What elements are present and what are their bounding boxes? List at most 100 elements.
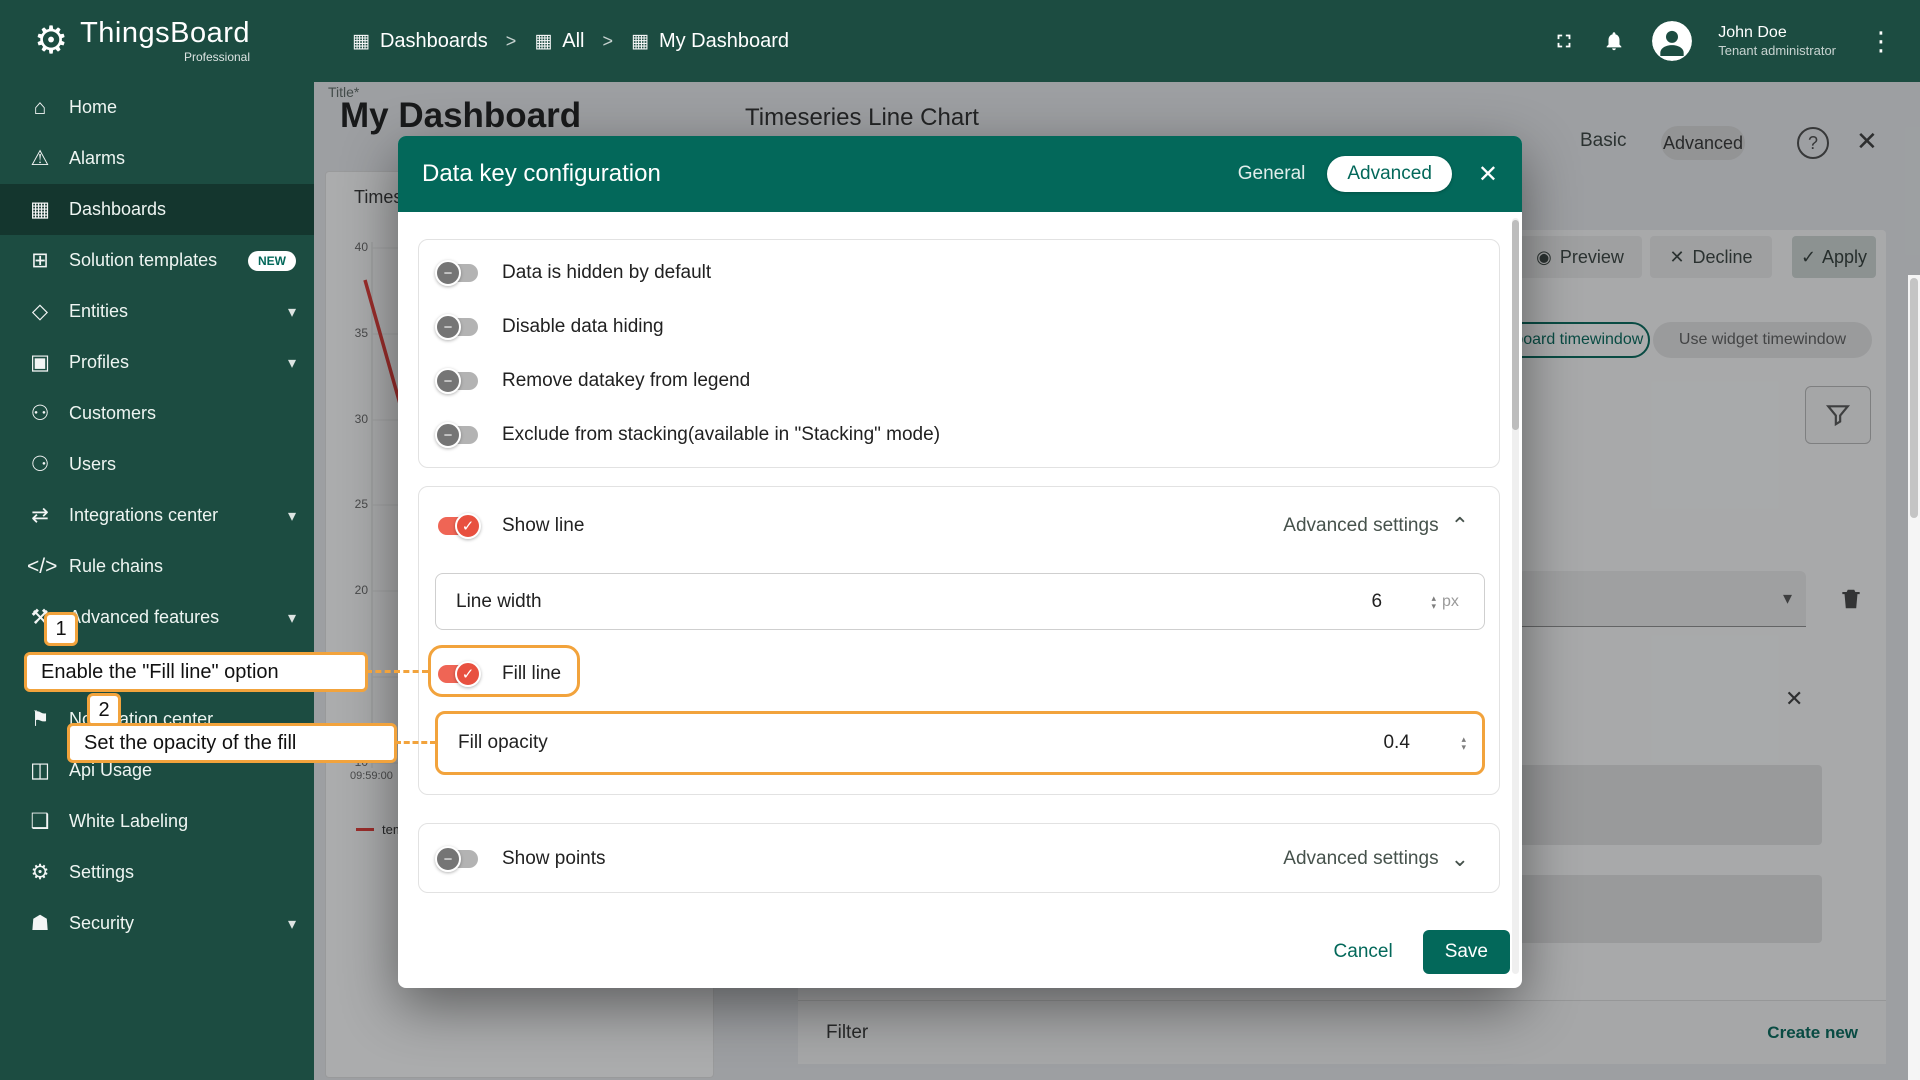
rule-chains-icon: </> — [27, 555, 53, 579]
callout-step-2-badge: 2 — [87, 693, 121, 727]
app-logo[interactable]: ⚙ ThingsBoard Professional — [0, 0, 314, 82]
customers-icon: ⚇ — [27, 401, 53, 426]
fill-line-highlight-ring — [428, 645, 580, 697]
toggle-knob: − — [435, 260, 461, 286]
chevron-down-icon: ▾ — [288, 506, 296, 526]
notification-icon: ⚑ — [27, 707, 53, 732]
callout-1-connector — [366, 670, 428, 673]
sidebar-item-rule-chains[interactable]: </> Rule chains — [0, 541, 314, 592]
chevron-down-icon: ▾ — [288, 608, 296, 628]
general-toggles-card: − Data is hidden by default − Disable da… — [418, 239, 1500, 468]
security-shield-icon: ☗ — [27, 911, 53, 936]
toggle-row-remove-legend: − Remove datakey from legend — [419, 354, 1499, 408]
fill-opacity-field: Fill opacity ▴ ▾ — [435, 711, 1485, 775]
new-badge: NEW — [248, 251, 296, 271]
fill-opacity-input[interactable] — [1381, 731, 1461, 755]
notifications-bell-icon[interactable] — [1602, 29, 1626, 53]
toggle-row-data-hidden: − Data is hidden by default — [419, 246, 1499, 300]
toggle-knob: − — [435, 846, 461, 872]
cancel-button[interactable]: Cancel — [1334, 941, 1393, 963]
breadcrumb: ▦ Dashboards > ▦ All > ▦ My Dashboard — [352, 30, 789, 53]
dialog-scrollbar[interactable] — [1512, 218, 1519, 974]
show-line-toggle[interactable]: ✓ — [438, 517, 478, 535]
page-scrollbar[interactable] — [1908, 275, 1920, 1080]
sidebar-item-dashboards[interactable]: ▦ Dashboards — [0, 184, 314, 235]
top-right-controls: John Doe Tenant administrator ⋮ — [1552, 21, 1894, 61]
sidebar-item-users[interactable]: ⚆ Users — [0, 439, 314, 490]
toggle-knob: − — [435, 368, 461, 394]
profiles-icon: ▣ — [27, 350, 53, 375]
brand-name: ThingsBoard — [80, 18, 250, 50]
show-points-advanced-settings[interactable]: Advanced settings ⌄ — [1283, 846, 1469, 872]
line-width-input[interactable] — [1369, 590, 1431, 614]
tab-advanced[interactable]: Advanced — [1327, 156, 1452, 192]
entities-icon: ◇ — [27, 299, 53, 324]
data-hidden-toggle[interactable]: − — [438, 264, 478, 282]
chevron-down-icon: ▾ — [288, 353, 296, 373]
disable-data-hiding-toggle[interactable]: − — [438, 318, 478, 336]
toggle-knob: ✓ — [455, 513, 481, 539]
stepper-down-icon[interactable]: ▾ — [1431, 602, 1436, 610]
user-avatar[interactable] — [1652, 21, 1692, 61]
brand-subtitle: Professional — [184, 50, 250, 64]
home-icon: ⌂ — [27, 96, 53, 120]
remove-datakey-legend-toggle[interactable]: − — [438, 372, 478, 390]
sidebar-item-integrations-center[interactable]: ⇄ Integrations center ▾ — [0, 490, 314, 541]
sidebar-item-entities[interactable]: ◇ Entities ▾ — [0, 286, 314, 337]
line-width-stepper[interactable]: ▴ ▾ — [1431, 594, 1436, 610]
fullscreen-icon[interactable] — [1552, 29, 1576, 53]
breadcrumb-all[interactable]: All — [562, 30, 584, 53]
sidebar-item-alarms[interactable]: ⚠ Alarms — [0, 133, 314, 184]
user-info: John Doe Tenant administrator — [1718, 23, 1836, 59]
exclude-stacking-toggle[interactable]: − — [438, 426, 478, 444]
dashboards-grid-icon: ▦ — [352, 30, 370, 53]
breadcrumb-separator: > — [506, 31, 517, 52]
sidebar-item-white-labeling[interactable]: ❑ White Labeling — [0, 796, 314, 847]
close-icon[interactable]: ✕ — [1478, 160, 1498, 189]
sidebar-item-profiles[interactable]: ▣ Profiles ▾ — [0, 337, 314, 388]
page-scrollbar-thumb[interactable] — [1910, 278, 1918, 518]
settings-gear-icon: ⚙ — [27, 860, 53, 885]
sidebar-item-solution-templates[interactable]: ⊞ Solution templates NEW — [0, 235, 314, 286]
fill-opacity-stepper[interactable]: ▴ ▾ — [1461, 735, 1466, 751]
tab-general[interactable]: General — [1238, 163, 1306, 185]
toggle-knob: − — [435, 314, 461, 340]
stepper-down-icon[interactable]: ▾ — [1461, 743, 1466, 751]
dashboards-grid-icon: ▦ — [631, 30, 649, 53]
solution-templates-icon: ⊞ — [27, 248, 53, 273]
line-width-unit: px — [1442, 593, 1468, 611]
callout-step-1-badge: 1 — [44, 612, 78, 646]
api-usage-icon: ◫ — [27, 758, 53, 783]
thingsboard-logo-icon: ⚙ — [34, 22, 68, 60]
sidebar-item-security[interactable]: ☗ Security ▾ — [0, 898, 314, 949]
dialog-header: Data key configuration General Advanced … — [398, 136, 1522, 212]
user-name: John Doe — [1718, 23, 1836, 43]
show-points-toggle[interactable]: − — [438, 850, 478, 868]
kebab-menu-icon[interactable]: ⋮ — [1868, 26, 1894, 57]
toggle-row-disable-hiding: − Disable data hiding — [419, 300, 1499, 354]
show-line-advanced-settings[interactable]: Advanced settings ⌃ — [1283, 513, 1469, 539]
callout-step-2-text: Set the opacity of the fill — [67, 723, 397, 763]
show-points-row: − Show points Advanced settings ⌄ — [419, 832, 1499, 886]
show-points-card: − Show points Advanced settings ⌄ — [418, 823, 1500, 893]
white-labeling-icon: ❑ — [27, 809, 53, 834]
toggle-row-exclude-stacking: − Exclude from stacking(available in "St… — [419, 408, 1499, 462]
sidebar-item-home[interactable]: ⌂ Home — [0, 82, 314, 133]
breadcrumb-my-dashboard[interactable]: My Dashboard — [659, 30, 789, 53]
breadcrumb-dashboards[interactable]: Dashboards — [380, 30, 488, 53]
user-role: Tenant administrator — [1718, 43, 1836, 59]
dashboards-icon: ▦ — [27, 197, 53, 222]
toggle-knob: − — [435, 422, 461, 448]
dialog-scrollbar-thumb[interactable] — [1512, 220, 1519, 430]
save-button[interactable]: Save — [1423, 930, 1510, 974]
sidebar-item-settings[interactable]: ⚙ Settings — [0, 847, 314, 898]
chevron-up-icon: ⌃ — [1451, 513, 1469, 539]
dialog-footer: Cancel Save — [1334, 930, 1510, 974]
sidebar: ⚙ ThingsBoard Professional ⌂ Home ⚠ Alar… — [0, 0, 314, 1080]
integrations-icon: ⇄ — [27, 503, 53, 528]
sidebar-item-customers[interactable]: ⚇ Customers — [0, 388, 314, 439]
data-key-configuration-dialog: Data key configuration General Advanced … — [398, 136, 1522, 988]
dashboards-grid-icon: ▦ — [534, 30, 552, 53]
sidebar-menu: ⌂ Home ⚠ Alarms ▦ Dashboards ⊞ Solution … — [0, 82, 314, 949]
callout-step-1-text: Enable the "Fill line" option — [24, 652, 368, 692]
